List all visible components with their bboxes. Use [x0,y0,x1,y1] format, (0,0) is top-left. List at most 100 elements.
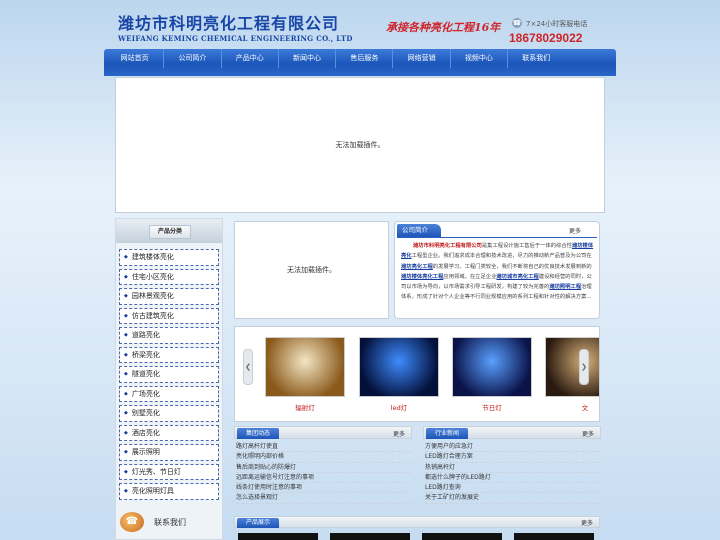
group-news-list: 路灯高杆灯使直 亮化照明内部价格 售后商到贴心的防爆灯 远距离运输信号灯注意的事… [234,439,412,504]
news-item[interactable]: 方便用户的应急灯 [425,442,599,453]
nav-item-video[interactable]: 视频中心 [449,49,507,68]
category-item[interactable]: ◆ 桥梁亮化 [119,346,219,363]
product-image [265,337,345,397]
keyword-link[interactable]: 潍坊亮化工程 [401,264,433,270]
group-news-header: 集团动态 更多 [234,426,412,439]
category-item[interactable]: ◆ 广场亮化 [119,385,219,402]
company-link[interactable]: 潍坊市科明亮化工程有限公司 [413,243,482,249]
plugin-message: 无法加载插件。 [287,266,336,274]
plugin-message: 无法加载插件。 [335,141,385,149]
product-card[interactable]: 节日灯 [452,337,532,412]
nav-item-news[interactable]: 新闻中心 [277,49,335,68]
product-scroller: ❮ 辐射灯 led灯 节日灯 文 ❯ [234,326,600,422]
category-label: 园林景观亮化 [131,292,174,301]
category-label: 桥梁亮化 [131,350,160,359]
site-header: 潍坊市科明亮化工程有限公司 WEIFANG KEMING CHEMICAL EN… [104,6,616,48]
news-item[interactable]: 路灯高杆灯使直 [236,442,410,453]
group-news-panel: 集团动态 更多 路灯高杆灯使直 亮化照明内部价格 售后商到贴心的防爆灯 远距离运… [234,426,412,512]
nav-item-marketing[interactable]: 网络营销 [392,49,449,68]
product-thumb[interactable] [422,533,502,540]
news-item[interactable]: 热销高杆灯 [425,463,599,473]
keyword-link[interactable]: 潍坊城市亮化工程 [496,274,538,280]
category-item[interactable]: ◆ 亮化照明灯具 [119,483,219,500]
telephone-icon: ☎ [120,512,144,532]
category-label: 展示照明 [131,448,160,457]
category-item[interactable]: ◆ 园林景观亮化 [119,288,219,305]
news-item[interactable]: 亮化照明内部价格 [236,452,410,463]
banner-plugin-area[interactable]: 无法加载插件。 [115,77,605,213]
news-item[interactable]: LED路灯查询 [425,483,599,494]
category-item[interactable]: ◆ 仿古建筑亮化 [119,307,219,324]
nav-item-products[interactable]: 产品中心 [220,49,278,68]
industry-news-tab[interactable]: 行业新闻 [426,428,468,439]
news-item[interactable]: 都选什么牌子的LED路灯 [425,473,599,484]
category-item[interactable]: ◆ 展示照明 [119,444,219,461]
category-label: 广场亮化 [131,389,160,398]
phone-icon: ☎ [512,18,522,28]
news-item[interactable]: 售后商到贴心的防爆灯 [236,463,410,473]
product-display-tab[interactable]: 产品展示 [237,518,279,528]
scroll-left-button[interactable]: ❮ [243,349,253,385]
nav-item-home[interactable]: 网站首页 [106,49,163,68]
category-item[interactable]: ◆ 道路亮化 [119,327,219,344]
product-image [545,337,599,397]
product-card[interactable]: 文 [545,337,599,412]
group-news-more-link[interactable]: 更多 [393,429,405,438]
category-label: 隧道亮化 [131,370,160,379]
product-card[interactable]: led灯 [359,337,439,412]
news-item[interactable]: 关于工矿灯的发展史 [425,493,599,504]
bullet-icon: ◆ [124,254,128,261]
bullet-icon: ◆ [124,468,128,475]
category-item[interactable]: ◆ 建筑楼体亮化 [119,249,219,266]
product-thumb[interactable] [330,533,410,540]
product-card[interactable]: 辐射灯 [265,337,345,412]
nav-item-service[interactable]: 售后服务 [335,49,392,68]
product-thumb[interactable] [514,533,594,540]
about-more-link[interactable]: 更多 [569,226,581,235]
category-label: 建筑楼体亮化 [131,253,174,262]
scroll-right-button[interactable]: ❯ [579,349,589,385]
news-item[interactable]: 线条灯使用时注意的事项 [236,483,410,494]
category-label: 灯光秀、节日灯 [131,467,181,476]
news-item[interactable]: 远距离运输信号灯注意的事项 [236,473,410,484]
category-label: 亮化照明灯具 [131,487,174,496]
category-item[interactable]: ◆ 隧道亮化 [119,366,219,383]
category-item[interactable]: ◆ 别墅亮化 [119,405,219,422]
secondary-plugin-area[interactable]: 无法加载插件。 [234,221,389,319]
hotline-label: 7×24小时客服电话 [526,20,588,28]
product-display-more-link[interactable]: 更多 [581,518,593,527]
about-tab[interactable]: 公司简介 [397,224,441,237]
group-news-tab[interactable]: 集团动态 [237,428,279,439]
about-text-seg: 工程型企业。我们追求成本合理和技术改进，尽力的推动新产品普及为公司在 [411,253,592,260]
industry-news-header: 行业新闻 更多 [423,426,601,439]
bullet-icon: ◆ [124,351,128,358]
nav-item-about[interactable]: 公司简介 [163,49,220,68]
news-item[interactable]: 怎么选择景观灯 [236,493,410,504]
category-label: 仿古建筑亮化 [131,311,174,320]
keyword-link[interactable]: 潍坊楼体亮化工程 [401,274,443,280]
company-name-cn[interactable]: 潍坊市科明亮化工程有限公司 [118,10,339,34]
keyword-link[interactable]: 潍坊照明工程 [549,284,581,290]
about-text-seg: 应用领域。在立足企业 [443,273,497,280]
industry-news-panel: 行业新闻 更多 方便用户的应急灯 LED路灯合理方案 热销高杆灯 都选什么牌子的… [423,426,601,512]
hotline-number: 18678029022 [509,31,583,45]
page: 潍坊市科明亮化工程有限公司 WEIFANG KEMING CHEMICAL EN… [0,0,720,540]
industry-news-more-link[interactable]: 更多 [582,429,594,438]
product-label: 文 [581,404,589,412]
nav-item-contact[interactable]: 联系我们 [507,49,564,68]
news-item[interactable]: LED路灯合理方案 [425,452,599,463]
product-display-thumbs [238,533,594,540]
category-label: 道路亮化 [131,331,160,340]
product-thumb[interactable] [238,533,318,540]
contact-title: 联系我们 [154,517,186,527]
about-divider [397,237,597,238]
category-item[interactable]: ◆ 酒店亮化 [119,424,219,441]
bullet-icon: ◆ [124,332,128,339]
about-panel: 公司简介 更多 潍坊市科明亮化工程有限公司是集工程设计施工售后于一体的综合性潍坊… [394,221,600,319]
industry-news-list: 方便用户的应急灯 LED路灯合理方案 热销高杆灯 都选什么牌子的LED路灯 LE… [423,439,601,504]
contact-block[interactable]: ☎ 联系我们 [120,509,220,535]
category-label: 酒店亮化 [131,428,160,437]
category-item[interactable]: ◆ 灯光秀、节日灯 [119,463,219,480]
bullet-icon: ◆ [124,273,128,280]
category-item[interactable]: ◆ 住宅小区亮化 [119,268,219,285]
